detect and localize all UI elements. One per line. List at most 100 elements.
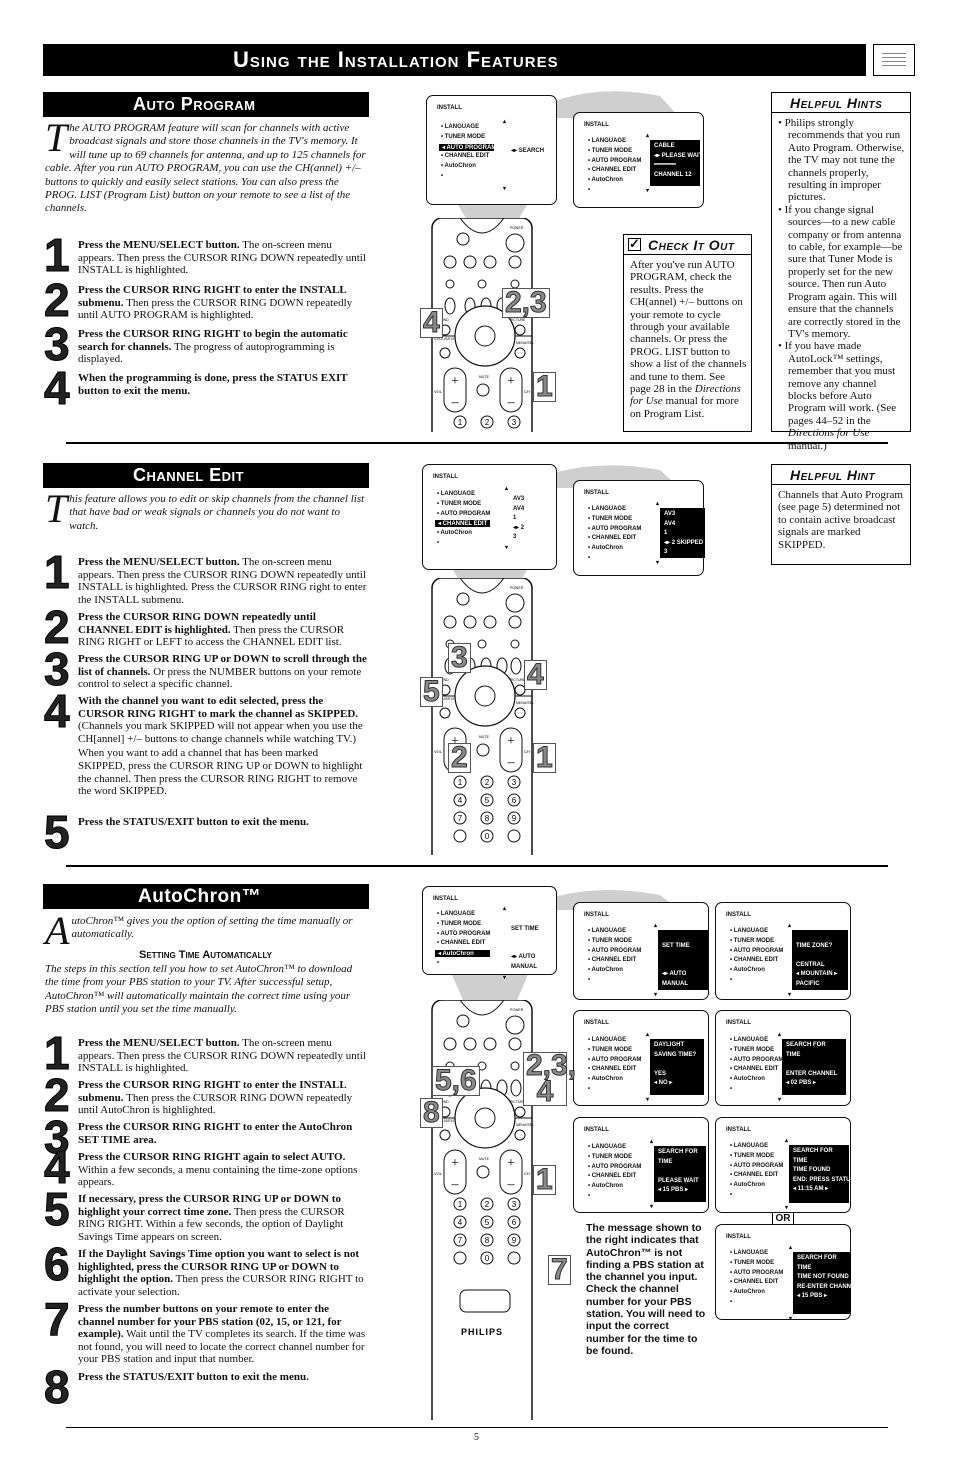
panel-line: MANUAL [511, 963, 537, 970]
panel-line: ◂▸ 2 [513, 524, 525, 531]
panel-line: ◂ 11:15 AM ▸ [793, 1186, 829, 1192]
svg-text:2: 2 [485, 418, 490, 427]
svg-text:MUTE: MUTE [479, 375, 490, 379]
screen-panel: SET TIME ◂▸ AUTO MANUAL [658, 930, 708, 990]
panel-line: SET TIME [511, 925, 539, 932]
svg-text:2: 2 [485, 1200, 490, 1209]
menu-item: • [441, 173, 444, 179]
panel-line: ENTER CHANNEL [786, 1070, 838, 1077]
scroll-down-arrow: ▾ [650, 1204, 654, 1210]
search-please-wait-screen: INSTALL ▴ • LANGUAGE • TUNER MODE • AUTO PRO… [573, 1117, 709, 1213]
panel-line: SEARCH FOR [786, 1042, 826, 1048]
scroll-up-arrow: ▴ [778, 1032, 782, 1038]
svg-text:8: 8 [485, 1236, 490, 1245]
svg-text:PHILIPS: PHILIPS [461, 1327, 503, 1337]
panel-line: ◂▸ SEARCH [511, 148, 545, 154]
svg-text:–: – [507, 395, 516, 410]
panel-line: AV4 [664, 520, 676, 527]
svg-text:CH: CH [524, 749, 530, 754]
panel-line [796, 932, 844, 942]
screen-panel: DAYLIGHT SAVING TIME? YES ◂ NO ▸ [650, 1039, 704, 1095]
screen-panel: ◂▸ SEARCH [507, 126, 557, 184]
panel-line [662, 961, 704, 971]
svg-text:VOL: VOL [434, 1171, 443, 1176]
panel-line [658, 1167, 702, 1177]
scroll-up-arrow: ▴ [788, 923, 792, 929]
scroll-up-arrow: ▴ [503, 119, 507, 125]
panel-line: PACIFIC [796, 980, 820, 987]
channel-skipped-screen: INSTALL ▴ • LANGUAGE • TUNER MODE • AUTO PRO… [573, 480, 705, 576]
scroll-up-arrow: ▴ [503, 906, 507, 912]
menu-item: • [588, 1193, 591, 1199]
callout-step-2-3: 2,3 [502, 287, 550, 318]
svg-text:7: 7 [458, 814, 463, 823]
panel-line: TIME NOT FOUND [797, 1274, 849, 1280]
panel-line: ◂ 15 PBS ▸ [797, 1293, 828, 1299]
menu-item: • [730, 1086, 733, 1092]
svg-text:–: – [451, 395, 460, 410]
panel-line: CHANNEL 12 [654, 171, 692, 178]
menu-item: ◂ CHANNEL EDIT [435, 520, 490, 528]
menu-item: • LANGUAGE [437, 491, 476, 497]
callout-step-1: 1 [533, 742, 556, 773]
screen-title: INSTALL [726, 1020, 751, 1026]
panel-line [511, 138, 553, 148]
screen-title: INSTALL [726, 1127, 751, 1133]
menu-item: • CHANNEL EDIT [588, 957, 637, 964]
screen-title: INSTALL [726, 912, 751, 918]
menu-item: • TUNER MODE [730, 937, 775, 944]
scroll-down-arrow: ▾ [505, 545, 509, 551]
menu-item: • LANGUAGE [730, 1037, 769, 1043]
menu-item: • [437, 540, 440, 546]
time-zone-screen: INSTALL ▴ • LANGUAGE • TUNER MODE • AUTO PRO… [715, 902, 851, 1000]
scroll-up-arrow: ▴ [656, 501, 660, 507]
svg-text:POWER: POWER [510, 226, 524, 230]
scroll-down-arrow: ▾ [789, 1316, 793, 1322]
svg-text:MUTE: MUTE [479, 735, 490, 739]
svg-text:+: + [507, 1156, 515, 1171]
screen-title: INSTALL [584, 1020, 609, 1026]
svg-text:5: 5 [485, 1218, 490, 1227]
svg-text:CH: CH [524, 1171, 530, 1176]
remote-control: POWERSOUNDPICTURE STATUS/EXITMENU/SELECT… [431, 218, 534, 432]
scroll-up-arrow: ▴ [646, 1032, 650, 1038]
screen-title: INSTALL [726, 1234, 751, 1240]
menu-item: • AUTO PROGRAM [730, 1056, 784, 1063]
menu-item: • AUTO PROGRAM [730, 1162, 784, 1169]
menu-item: • AUTO PROGRAM [437, 510, 491, 517]
svg-text:POWER: POWER [510, 586, 524, 590]
menu-item: • AUTO PROGRAM [588, 947, 642, 954]
screen-panel: TIME ZONE? CENTRAL ◂ MOUNTAIN ▸ PACIFIC [792, 930, 848, 990]
screen-panel: SEARCH FOR TIME TIME NOT FOUND RE-ENTER CHA… [793, 1252, 859, 1314]
menu-item: • CHANNEL EDIT [437, 940, 486, 947]
panel-line [786, 1060, 842, 1070]
menu-item: • AutoChron [588, 1076, 623, 1083]
svg-text:3: 3 [512, 1200, 517, 1209]
panel-line [511, 915, 551, 925]
menu-item: • TUNER MODE [441, 133, 486, 140]
panel-line: PLEASE WAIT [658, 1177, 699, 1184]
svg-text:8: 8 [485, 814, 490, 823]
svg-text:4: 4 [458, 1218, 463, 1227]
panel-line: CABLE [654, 143, 675, 149]
svg-text:5: 5 [485, 796, 490, 805]
menu-item: • CHANNEL EDIT [730, 1279, 779, 1286]
time-not-found-screen: INSTALL ▴ • LANGUAGE • TUNER MODE • AUTO PRO… [715, 1224, 859, 1322]
screen-panel: SEARCH FOR TIME TIME FOUND END: PRESS STATU… [789, 1145, 854, 1203]
time-found-screen: INSTALL ▴ • LANGUAGE • TUNER MODE • AUTO PRO… [715, 1117, 854, 1213]
scroll-down-arrow: ▾ [503, 186, 507, 192]
panel-line: TIME FOUND [793, 1167, 831, 1173]
menu-item: • TUNER MODE [588, 1153, 633, 1160]
svg-text:VOL: VOL [434, 389, 443, 394]
panel-line: AV3 [664, 511, 676, 517]
svg-text:–: – [507, 755, 516, 770]
menu-item: • AutoChron [730, 967, 765, 974]
callout-step-5: 5 [420, 676, 443, 707]
install-menu-screen: INSTALL ▴ • LANGUAGE • TUNER MODE ◂ AUTO PRO… [426, 95, 557, 205]
screen-title: INSTALL [433, 474, 458, 480]
menu-item: • LANGUAGE [730, 1250, 769, 1256]
menu-item: • LANGUAGE [441, 124, 480, 130]
menu-item: • LANGUAGE [588, 928, 627, 934]
svg-text:+: + [507, 734, 515, 749]
menu-item: • TUNER MODE [730, 1152, 775, 1159]
